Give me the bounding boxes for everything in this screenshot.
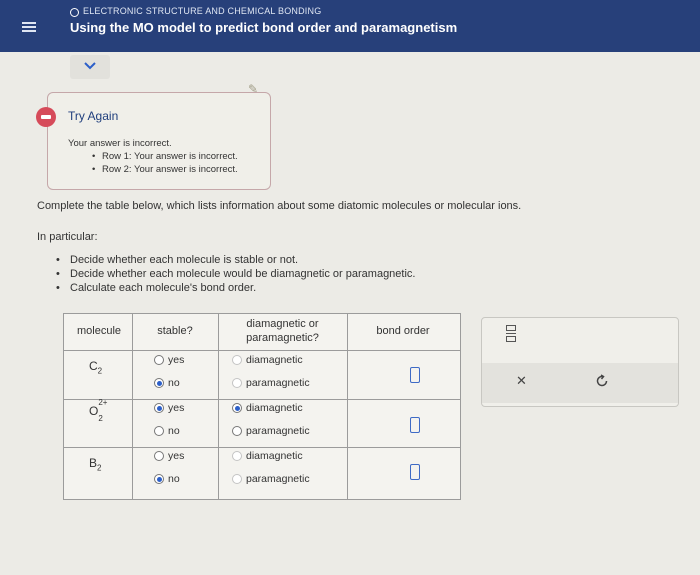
instructions-particular: In particular: [37, 231, 98, 243]
option-label: diamagnetic [246, 402, 303, 414]
stable-no-radio[interactable] [154, 426, 164, 436]
progress-circle-icon [70, 8, 79, 17]
stable-yes-radio[interactable] [154, 451, 164, 461]
instructions-intro: Complete the table below, which lists in… [37, 200, 522, 212]
option-label: yes [168, 402, 185, 414]
page-title: Using the MO model to predict bond order… [70, 20, 458, 35]
bond-order-input[interactable] [410, 464, 420, 480]
paramagnetic-radio[interactable] [232, 426, 242, 436]
option-label: yes [168, 450, 185, 462]
paramagnetic-radio[interactable] [232, 474, 242, 484]
diamagnetic-radio[interactable] [232, 403, 242, 413]
table-divider [64, 447, 460, 448]
topic-label: ELECTRONIC STRUCTURE AND CHEMICAL BONDIN… [83, 6, 322, 16]
diamagnetic-radio[interactable] [232, 355, 242, 365]
feedback-message: Your answer is incorrect. [68, 138, 172, 149]
fraction-icon[interactable] [506, 325, 516, 342]
table-divider [132, 314, 133, 499]
feedback-item: Row 2: Your answer is incorrect. [92, 164, 238, 175]
header-magnetic-2: paramagnetic? [246, 332, 319, 344]
molecule-o2-2plus: O 2+ 2 [89, 398, 108, 423]
feedback-item: Row 1: Your answer is incorrect. [92, 151, 238, 162]
table-divider [347, 314, 348, 499]
instruction-bullet: Calculate each molecule's bond order. [56, 282, 256, 294]
header-molecule: molecule [76, 325, 122, 337]
chevron-down-icon [84, 62, 96, 70]
instruction-bullet: Decide whether each molecule is stable o… [56, 254, 298, 266]
header-bond-order: bond order [376, 325, 430, 337]
instruction-bullet: Decide whether each molecule would be di… [56, 268, 416, 280]
option-label: paramagnetic [246, 425, 310, 437]
diamagnetic-radio[interactable] [232, 451, 242, 461]
stable-yes-radio[interactable] [154, 403, 164, 413]
expand-button[interactable] [70, 55, 110, 79]
stable-no-radio[interactable] [154, 474, 164, 484]
paramagnetic-radio[interactable] [232, 378, 242, 388]
menu-icon[interactable] [22, 22, 36, 32]
feedback-title: Try Again [68, 109, 119, 123]
option-label: no [168, 473, 180, 485]
header-stable: stable? [157, 325, 193, 337]
table-divider [64, 350, 460, 351]
tool-panel-stripe [482, 363, 678, 403]
option-label: paramagnetic [246, 377, 310, 389]
option-label: no [168, 377, 180, 389]
stable-yes-radio[interactable] [154, 355, 164, 365]
table-divider [64, 399, 460, 400]
bond-order-input[interactable] [410, 417, 420, 433]
molecule-c2: C2 [89, 359, 103, 376]
option-label: paramagnetic [246, 473, 310, 485]
table-divider [218, 314, 219, 499]
pencil-icon: ✎ [248, 82, 259, 96]
option-label: yes [168, 354, 185, 366]
stable-no-radio[interactable] [154, 378, 164, 388]
molecule-b2: B2 [89, 456, 102, 473]
header-magnetic-1: diamagnetic or [246, 318, 319, 330]
option-label: diamagnetic [246, 354, 303, 366]
bond-order-input[interactable] [410, 367, 420, 383]
top-bar: ELECTRONIC STRUCTURE AND CHEMICAL BONDIN… [0, 0, 700, 52]
error-icon [36, 107, 56, 127]
option-label: diamagnetic [246, 450, 303, 462]
close-icon[interactable]: ✕ [516, 373, 527, 389]
option-label: no [168, 425, 180, 437]
undo-icon[interactable] [595, 374, 609, 393]
molecule-table: molecule stable? diamagnetic or paramagn… [63, 313, 461, 500]
